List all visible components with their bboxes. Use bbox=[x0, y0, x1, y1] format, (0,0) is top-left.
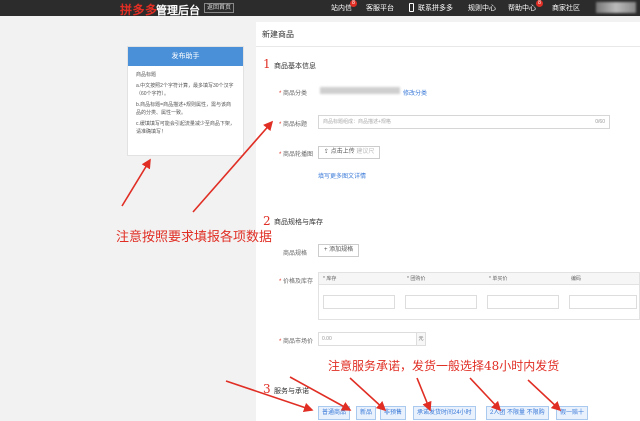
title-placeholder: 商品标题组成：商品描述+规格 bbox=[323, 119, 391, 125]
arrow-to-helper bbox=[121, 158, 151, 207]
market-price-unit: 元 bbox=[416, 332, 426, 346]
phone-icon bbox=[409, 3, 414, 12]
category-label: * 商品分类 bbox=[279, 91, 308, 97]
help-badge: 8 bbox=[536, 0, 543, 7]
page-title: 新建商品 bbox=[262, 30, 294, 39]
title-divider bbox=[256, 46, 640, 47]
nav-help[interactable]: 帮助中心 8 bbox=[508, 0, 543, 13]
spec-label: 商品规格 bbox=[283, 251, 308, 257]
back-home-button[interactable]: 返回首页 bbox=[204, 3, 235, 13]
spec-table-header: * 库存 * 团购价 * 单买价 编码 bbox=[319, 273, 639, 285]
group-price-input[interactable] bbox=[405, 295, 477, 309]
tag-non-presale[interactable]: 非预售 bbox=[380, 406, 407, 420]
spec-col-stock: * 库存 bbox=[323, 276, 337, 282]
annotation-service-promise: 注意服务承诺，发货一般选择48小时内发货 bbox=[328, 359, 560, 373]
tag-fake-compensation[interactable]: 假一赔十 bbox=[556, 406, 589, 420]
tag-ship-24h[interactable]: 承诺发货时间24小时 bbox=[413, 406, 476, 420]
title-input[interactable]: 商品标题组成：商品描述+规格 0/60 bbox=[318, 115, 610, 129]
helper-tip-b: b.商品标题=商品描述+规则属性，需与该商品的分类、属性一致。 bbox=[136, 102, 232, 116]
helper-body: 商品标题 a.中文按照2个字符计算，最多填写30个汉字（60个字符）。 b.商品… bbox=[128, 66, 243, 144]
price-stock-label: * 价格及库存 bbox=[279, 279, 314, 285]
page: 拼多多 管理后台 返回首页 站内信 8 客服平台 联系拼多多 规则中心 帮助中心 8… bbox=[0, 0, 640, 421]
add-spec-button[interactable]: + 添加规格 bbox=[318, 244, 360, 257]
tag-normal-goods[interactable]: 普通商品 bbox=[318, 406, 351, 420]
spec-col-code: 编码 bbox=[571, 276, 582, 282]
section1-number: 1 bbox=[263, 57, 271, 71]
carousel-label: * 商品轮播图 bbox=[279, 152, 314, 158]
spec-table: * 库存 * 团购价 * 单买价 编码 bbox=[318, 272, 640, 320]
spec-col-single-price: * 单买价 bbox=[489, 276, 508, 282]
upload-button[interactable]: ⇪ 点击上传 建议尺 bbox=[318, 146, 381, 159]
nav-contact[interactable]: 联系拼多多 bbox=[418, 3, 453, 13]
stock-input[interactable] bbox=[323, 295, 395, 309]
nav-community[interactable]: 商家社区 bbox=[552, 3, 580, 13]
title-counter: 0/60 bbox=[595, 119, 605, 125]
annotation-fill-requirements: 注意按照要求填报各项数据 bbox=[116, 230, 273, 245]
category-value-blurred bbox=[320, 87, 400, 94]
section2-title: 商品规格与库存 bbox=[274, 219, 323, 226]
brand-logo[interactable]: 拼多多 bbox=[120, 1, 158, 18]
tag-new[interactable]: 新品 bbox=[356, 406, 377, 420]
helper-title: 发布助手 bbox=[128, 47, 243, 66]
helper-tip-c: c.缓填填写可能会引起流量减少至商品下架，请准确填写！ bbox=[136, 121, 235, 135]
user-avatar-blurred[interactable] bbox=[596, 2, 636, 13]
single-price-input[interactable] bbox=[487, 295, 559, 309]
section1-title: 商品基本信息 bbox=[274, 63, 316, 70]
section3-number: 3 bbox=[263, 382, 271, 396]
publish-helper-card: 发布助手 商品标题 a.中文按照2个字符计算，最多填写30个汉字（60个字符）。… bbox=[127, 46, 244, 156]
market-price-input[interactable]: 0.00 bbox=[318, 332, 418, 346]
nav-messages[interactable]: 站内信 8 bbox=[331, 0, 357, 13]
top-nav-bar: 拼多多 管理后台 返回首页 站内信 8 客服平台 联系拼多多 规则中心 帮助中心 8… bbox=[0, 0, 640, 18]
brand-subtitle: 管理后台 bbox=[156, 5, 200, 17]
nav-rules[interactable]: 规则中心 bbox=[468, 3, 496, 13]
market-price-label: * 商品市场价 bbox=[279, 339, 314, 345]
edit-category-link[interactable]: 修改分类 bbox=[403, 88, 427, 97]
helper-tip-a: a.中文按照2个字符计算，最多填写30个汉字（60个字符）。 bbox=[136, 83, 234, 97]
code-input[interactable] bbox=[569, 295, 637, 309]
spec-col-group-price: * 团购价 bbox=[407, 276, 426, 282]
title-label: * 商品标题 bbox=[279, 122, 308, 128]
helper-heading: 商品标题 bbox=[136, 72, 157, 78]
nav-service[interactable]: 客服平台 bbox=[366, 3, 394, 13]
section3-title: 服务与承诺 bbox=[274, 388, 309, 395]
upload-icon: ⇪ bbox=[324, 149, 331, 155]
messages-badge: 8 bbox=[350, 0, 357, 7]
tag-two-person-group[interactable]: 2人团 不限量 不限购 bbox=[486, 406, 549, 420]
more-details-link[interactable]: 填写更多图文详情 bbox=[318, 171, 366, 180]
